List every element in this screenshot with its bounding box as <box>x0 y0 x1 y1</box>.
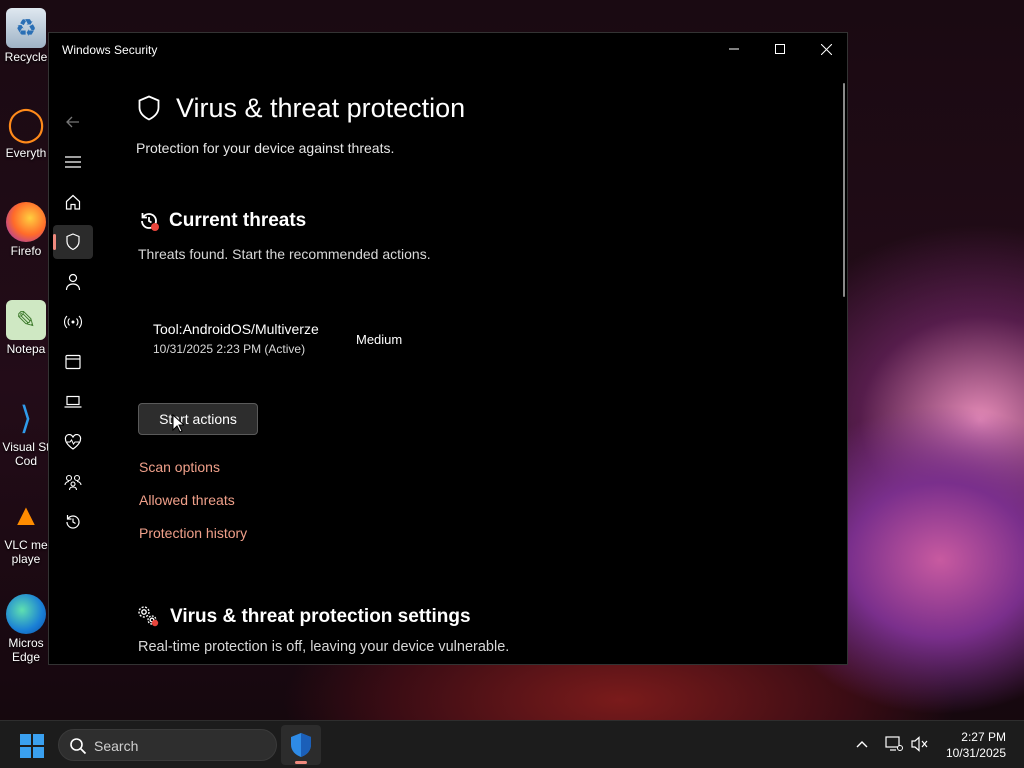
current-threats-heading: Current threats <box>169 210 307 231</box>
desktop-icon-everything[interactable]: ◯ Everyth <box>0 104 52 160</box>
scrollbar-thumb[interactable] <box>843 83 845 297</box>
desktop-icon-label: Visual St Cod <box>2 440 50 468</box>
heart-pulse-icon <box>64 434 82 450</box>
windows-start-icon[interactable] <box>20 734 44 758</box>
nav-virus-threat-protection[interactable] <box>53 225 93 259</box>
settings-gears-icon <box>138 606 159 627</box>
desktop-icon-recycle-bin[interactable]: ♻ Recycle <box>0 8 52 64</box>
taskbar-clock[interactable]: 2:27 PM 10/31/2025 <box>946 729 1006 761</box>
recycle-bin-icon: ♻ <box>6 8 46 48</box>
desktop-icon-label: Micros Edge <box>8 636 44 664</box>
wireless-signal-icon <box>64 315 82 329</box>
threat-history-icon <box>141 213 159 231</box>
search-placeholder: Search <box>94 738 139 754</box>
clock-time: 2:27 PM <box>961 730 1006 744</box>
desktop-icon-label: Recycle <box>4 50 48 64</box>
page-title: Virus & threat protection <box>176 93 466 123</box>
everything-search-icon: ◯ <box>6 105 46 143</box>
maximize-icon <box>775 44 785 54</box>
nav-device-security[interactable] <box>53 385 93 419</box>
desktop-icon-vscode[interactable]: ⟩ Visual St Cod <box>0 398 52 468</box>
taskbar: Search 2:27 PM 10/31/2025 <box>0 720 1024 768</box>
taskbar-windows-security[interactable] <box>281 725 321 765</box>
nav-protection-history[interactable] <box>53 505 93 539</box>
desktop-icon-label: Firefo <box>10 244 42 258</box>
nav-settings[interactable] <box>53 657 93 666</box>
title-bar[interactable]: Windows Security <box>49 33 849 67</box>
nav-app-browser-control[interactable] <box>53 345 93 379</box>
family-icon <box>64 474 82 491</box>
person-icon <box>65 273 81 291</box>
desktop-icon-edge[interactable]: Micros Edge <box>0 594 52 664</box>
main-content: Windows Security Virus & threat protecti… <box>49 33 849 666</box>
protection-settings-description: Real-time protection is off, leaving you… <box>138 639 510 655</box>
app-window-icon <box>65 354 81 370</box>
maximize-button[interactable] <box>757 33 803 65</box>
desktop-icon-label: Everyth <box>5 146 47 160</box>
history-clock-icon <box>66 515 80 529</box>
minimize-icon <box>729 48 739 50</box>
vlc-cone-icon: ▲ <box>11 499 41 532</box>
nav-firewall-network[interactable] <box>53 305 93 339</box>
window-title: Windows Security <box>62 43 158 57</box>
network-tray-button[interactable] <box>883 733 905 755</box>
network-monitor-icon <box>885 736 903 751</box>
home-icon <box>65 194 81 210</box>
hamburger-menu-icon <box>65 156 81 168</box>
nav-home[interactable] <box>53 185 93 219</box>
desktop-icon-label: VLC me playe <box>4 538 48 566</box>
back-button[interactable] <box>53 105 93 139</box>
protection-history-link[interactable]: Protection history <box>139 525 247 541</box>
shield-icon <box>138 95 160 121</box>
threat-severity: Medium <box>356 332 403 347</box>
threat-name: Tool:AndroidOS/Multiverze <box>153 321 319 337</box>
speaker-muted-icon <box>911 736 928 752</box>
volume-tray-button[interactable] <box>909 733 931 755</box>
edge-icon <box>6 594 46 634</box>
search-icon <box>70 738 87 755</box>
nav-family-options[interactable] <box>53 465 93 499</box>
chevron-up-icon <box>856 741 868 748</box>
laptop-icon <box>64 395 82 408</box>
scan-options-link[interactable]: Scan options <box>139 459 220 475</box>
nav-account-protection[interactable] <box>53 265 93 299</box>
desktop-icon-vlc[interactable]: ▲ VLC me playe <box>0 496 52 566</box>
page-subtitle: Protection for your device against threa… <box>136 140 395 156</box>
minimize-button[interactable] <box>711 33 757 65</box>
menu-button[interactable] <box>53 145 93 179</box>
windows-security-window: Windows Security Virus & threat protecti… <box>48 32 848 665</box>
firefox-icon <box>6 202 46 242</box>
clock-date: 10/31/2025 <box>945 746 1006 760</box>
start-actions-button[interactable]: Start actions <box>138 403 258 435</box>
navigation-rail <box>49 67 97 665</box>
nav-device-performance-health[interactable] <box>53 425 93 459</box>
notepad-icon: ✎ <box>6 300 46 340</box>
desktop-icon-firefox[interactable]: Firefo <box>0 202 52 258</box>
protection-settings-heading: Virus & threat protection settings <box>170 606 471 627</box>
taskbar-search-box[interactable]: Search <box>58 729 277 761</box>
back-arrow-icon <box>66 116 79 128</box>
threat-date: 10/31/2025 2:23 PM (Active) <box>153 342 306 356</box>
vscode-icon: ⟩ <box>19 400 33 436</box>
allowed-threats-link[interactable]: Allowed threats <box>139 492 235 508</box>
windows-security-shield-icon <box>291 733 311 757</box>
current-threats-description: Threats found. Start the recommended act… <box>138 246 431 262</box>
close-button[interactable] <box>803 33 849 65</box>
show-hidden-icons-button[interactable] <box>851 733 873 755</box>
mouse-cursor-icon <box>172 414 184 433</box>
desktop-icon-label: Notepa <box>6 342 46 356</box>
desktop-icon-notepad[interactable]: ✎ Notepa <box>0 300 52 356</box>
close-icon <box>820 43 832 55</box>
shield-icon <box>66 233 80 251</box>
